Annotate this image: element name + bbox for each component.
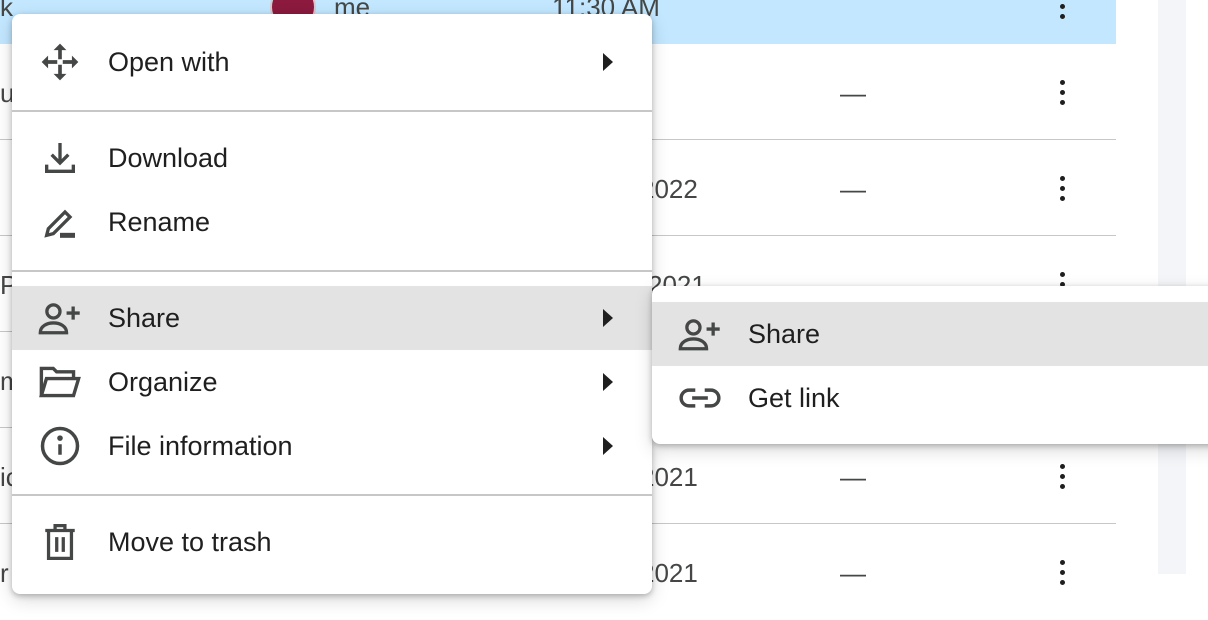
rename-icon <box>36 198 84 246</box>
menu-item-label: File information <box>108 430 293 461</box>
context-menu: Open with Download Rename Share Organize… <box>12 14 652 594</box>
more-actions-icon[interactable] <box>1050 168 1074 208</box>
more-actions-icon[interactable] <box>1050 0 1074 26</box>
file-size: — <box>840 174 866 204</box>
menu-item-move-to-trash[interactable]: Move to trash <box>12 510 652 574</box>
file-name: k <box>0 0 13 22</box>
folder-open-icon <box>36 358 84 406</box>
file-name: r <box>0 558 9 588</box>
menu-divider <box>12 494 652 496</box>
open-with-icon <box>36 38 84 86</box>
link-icon <box>676 374 724 422</box>
more-actions-icon[interactable] <box>1050 456 1074 496</box>
share-person-icon <box>36 294 84 342</box>
menu-item-label: Rename <box>108 206 211 237</box>
chevron-right-icon <box>600 370 616 394</box>
menu-divider <box>12 110 652 112</box>
menu-item-download[interactable]: Download <box>12 126 652 190</box>
menu-item-file-information[interactable]: File information <box>12 414 652 478</box>
info-icon <box>36 422 84 470</box>
submenu-item-get-link[interactable]: Get link <box>652 366 1208 430</box>
file-size: — <box>840 462 866 492</box>
chevron-right-icon <box>600 50 616 74</box>
file-size: — <box>840 558 866 588</box>
menu-item-share[interactable]: Share <box>12 286 652 350</box>
share-person-icon <box>676 310 724 358</box>
more-actions-icon[interactable] <box>1050 552 1074 592</box>
file-size: — <box>840 78 866 108</box>
menu-item-label: Share <box>108 302 181 333</box>
submenu-item-label: Share <box>748 319 821 349</box>
menu-item-label: Open with <box>108 46 230 77</box>
chevron-right-icon <box>600 306 616 330</box>
submenu-item-label: Get link <box>748 383 840 413</box>
chevron-right-icon <box>600 434 616 458</box>
share-submenu: Share Get link <box>652 286 1208 444</box>
menu-item-label: Organize <box>108 366 218 397</box>
submenu-item-share[interactable]: Share <box>652 302 1208 366</box>
more-actions-icon[interactable] <box>1050 72 1074 112</box>
menu-item-organize[interactable]: Organize <box>12 350 652 414</box>
menu-item-open-with[interactable]: Open with <box>12 30 652 94</box>
menu-divider <box>12 270 652 272</box>
menu-item-label: Move to trash <box>108 526 272 557</box>
menu-item-rename[interactable]: Rename <box>12 190 652 254</box>
trash-icon <box>36 518 84 566</box>
menu-item-label: Download <box>108 142 229 173</box>
download-icon <box>36 134 84 182</box>
